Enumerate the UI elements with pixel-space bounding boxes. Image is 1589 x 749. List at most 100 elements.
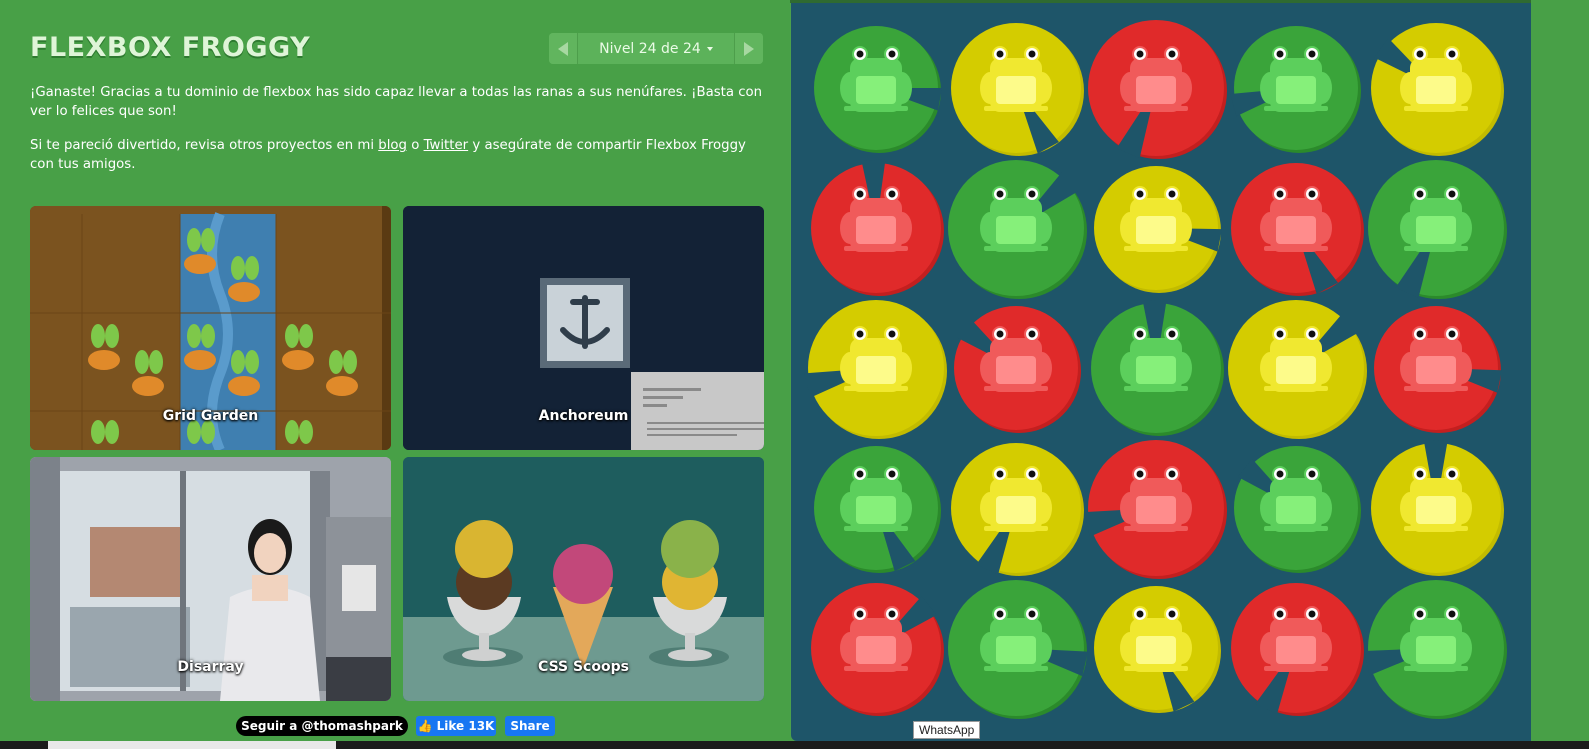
frog-feet bbox=[1404, 106, 1468, 111]
frog-pupil bbox=[1308, 610, 1316, 618]
level-navigator: Nivel 24 de 24 bbox=[549, 33, 763, 64]
frog-pupil bbox=[1168, 470, 1176, 478]
frog-pupil bbox=[1308, 50, 1316, 58]
frog-feet bbox=[1404, 666, 1468, 671]
frog-pupil bbox=[856, 610, 864, 618]
frog-feet bbox=[1124, 106, 1188, 111]
frog-feet bbox=[844, 106, 908, 111]
frog-pupil bbox=[1416, 610, 1424, 618]
frog-pupil bbox=[856, 330, 864, 338]
cell-red bbox=[811, 583, 944, 716]
frog-pupil bbox=[1308, 470, 1316, 478]
next-level-button[interactable] bbox=[734, 33, 763, 64]
project-tile-css-scoops[interactable]: CSS Scoops bbox=[403, 457, 764, 701]
frog-pupil bbox=[1276, 330, 1284, 338]
frog-pupil bbox=[1448, 610, 1456, 618]
facebook-like-button[interactable]: 👍 Like 13K bbox=[416, 716, 496, 736]
frog-pupil bbox=[1136, 470, 1144, 478]
cell-green bbox=[814, 26, 942, 153]
frog-pupil bbox=[996, 470, 1004, 478]
frog-feet bbox=[1124, 526, 1188, 531]
frog-pupil bbox=[1168, 190, 1176, 198]
cell-green bbox=[1368, 160, 1507, 299]
frog-feet bbox=[984, 666, 1048, 671]
frog-feet bbox=[1404, 386, 1468, 391]
cell-red bbox=[954, 306, 1081, 433]
cell-yellow bbox=[951, 443, 1084, 576]
cell-green bbox=[1091, 299, 1224, 436]
frog-belly bbox=[1276, 216, 1316, 244]
cell-red bbox=[811, 159, 944, 296]
project-title-css-scoops: CSS Scoops bbox=[538, 659, 629, 675]
frog-pupil bbox=[1168, 50, 1176, 58]
frog-pupil bbox=[1448, 470, 1456, 478]
frog-pupil bbox=[996, 610, 1004, 618]
cell-red bbox=[1231, 583, 1364, 716]
cell-yellow bbox=[1371, 23, 1504, 156]
frog-feet bbox=[844, 386, 908, 391]
cell-green bbox=[814, 446, 941, 573]
frog-belly bbox=[996, 496, 1036, 524]
cell-red bbox=[1088, 20, 1227, 159]
frog-belly bbox=[996, 636, 1036, 664]
twitter-follow-button[interactable]: Seguir a @thomashpark bbox=[236, 716, 408, 736]
frog-belly bbox=[1276, 636, 1316, 664]
frog-pupil bbox=[1136, 610, 1144, 618]
frog-pupil bbox=[856, 470, 864, 478]
caret-down-icon bbox=[706, 46, 713, 51]
arrow-right-icon bbox=[744, 41, 754, 56]
cell-yellow bbox=[951, 23, 1084, 156]
project-tile-disarray[interactable]: Disarray bbox=[30, 457, 391, 701]
taskbar bbox=[0, 741, 1589, 749]
blog-link[interactable]: blog bbox=[378, 138, 407, 153]
frog-feet bbox=[1264, 246, 1328, 251]
frog-pupil bbox=[1028, 610, 1036, 618]
frog-feet bbox=[1264, 526, 1328, 531]
frog-belly bbox=[1416, 76, 1456, 104]
frog-belly bbox=[1276, 356, 1316, 384]
prev-level-button[interactable] bbox=[549, 33, 578, 64]
cell-yellow bbox=[804, 300, 947, 439]
frog-pupil bbox=[1028, 330, 1036, 338]
frog-feet bbox=[844, 666, 908, 671]
cell-red bbox=[1374, 306, 1502, 433]
cell-yellow bbox=[1094, 586, 1221, 713]
frog-pupil bbox=[1276, 470, 1284, 478]
cell-yellow bbox=[1094, 166, 1222, 293]
cell-green bbox=[948, 160, 1087, 299]
right-gutter bbox=[1531, 0, 1589, 749]
frog-belly bbox=[856, 76, 896, 104]
frog-belly bbox=[1136, 216, 1176, 244]
frog-pupil bbox=[1276, 190, 1284, 198]
frog-pupil bbox=[856, 50, 864, 58]
frog-belly bbox=[1416, 496, 1456, 524]
frog-pupil bbox=[1416, 470, 1424, 478]
frog-feet bbox=[844, 246, 908, 251]
frog-pupil bbox=[996, 190, 1004, 198]
level-label: Nivel 24 de 24 bbox=[599, 40, 701, 57]
frog-pupil bbox=[1136, 330, 1144, 338]
frog-pupil bbox=[856, 190, 864, 198]
frog-pupil bbox=[1308, 330, 1316, 338]
frog-pupil bbox=[1308, 190, 1316, 198]
frog-feet bbox=[1264, 106, 1328, 111]
twitter-link[interactable]: Twitter bbox=[424, 138, 469, 153]
frog-belly bbox=[1136, 496, 1176, 524]
project-tile-anchoreum[interactable]: Anchoreum bbox=[403, 206, 764, 450]
whatsapp-tooltip: WhatsApp bbox=[913, 721, 981, 739]
cell-green bbox=[1230, 26, 1361, 153]
frog-belly bbox=[856, 356, 896, 384]
project-title-anchoreum: Anchoreum bbox=[538, 408, 629, 424]
frog-pupil bbox=[996, 50, 1004, 58]
frog-belly bbox=[1136, 636, 1176, 664]
logo-title: FLEXBOX FROGGY bbox=[30, 32, 311, 63]
frog-feet bbox=[1124, 246, 1188, 251]
frog-pupil bbox=[888, 190, 896, 198]
facebook-share-button[interactable]: Share bbox=[505, 716, 555, 736]
frog-belly bbox=[996, 76, 1036, 104]
project-tile-grid-garden[interactable]: Grid Garden bbox=[30, 206, 391, 450]
level-select[interactable]: Nivel 24 de 24 bbox=[578, 41, 734, 57]
taskbar-item[interactable] bbox=[48, 741, 336, 749]
frog-feet bbox=[984, 246, 1048, 251]
frog-belly bbox=[1276, 496, 1316, 524]
